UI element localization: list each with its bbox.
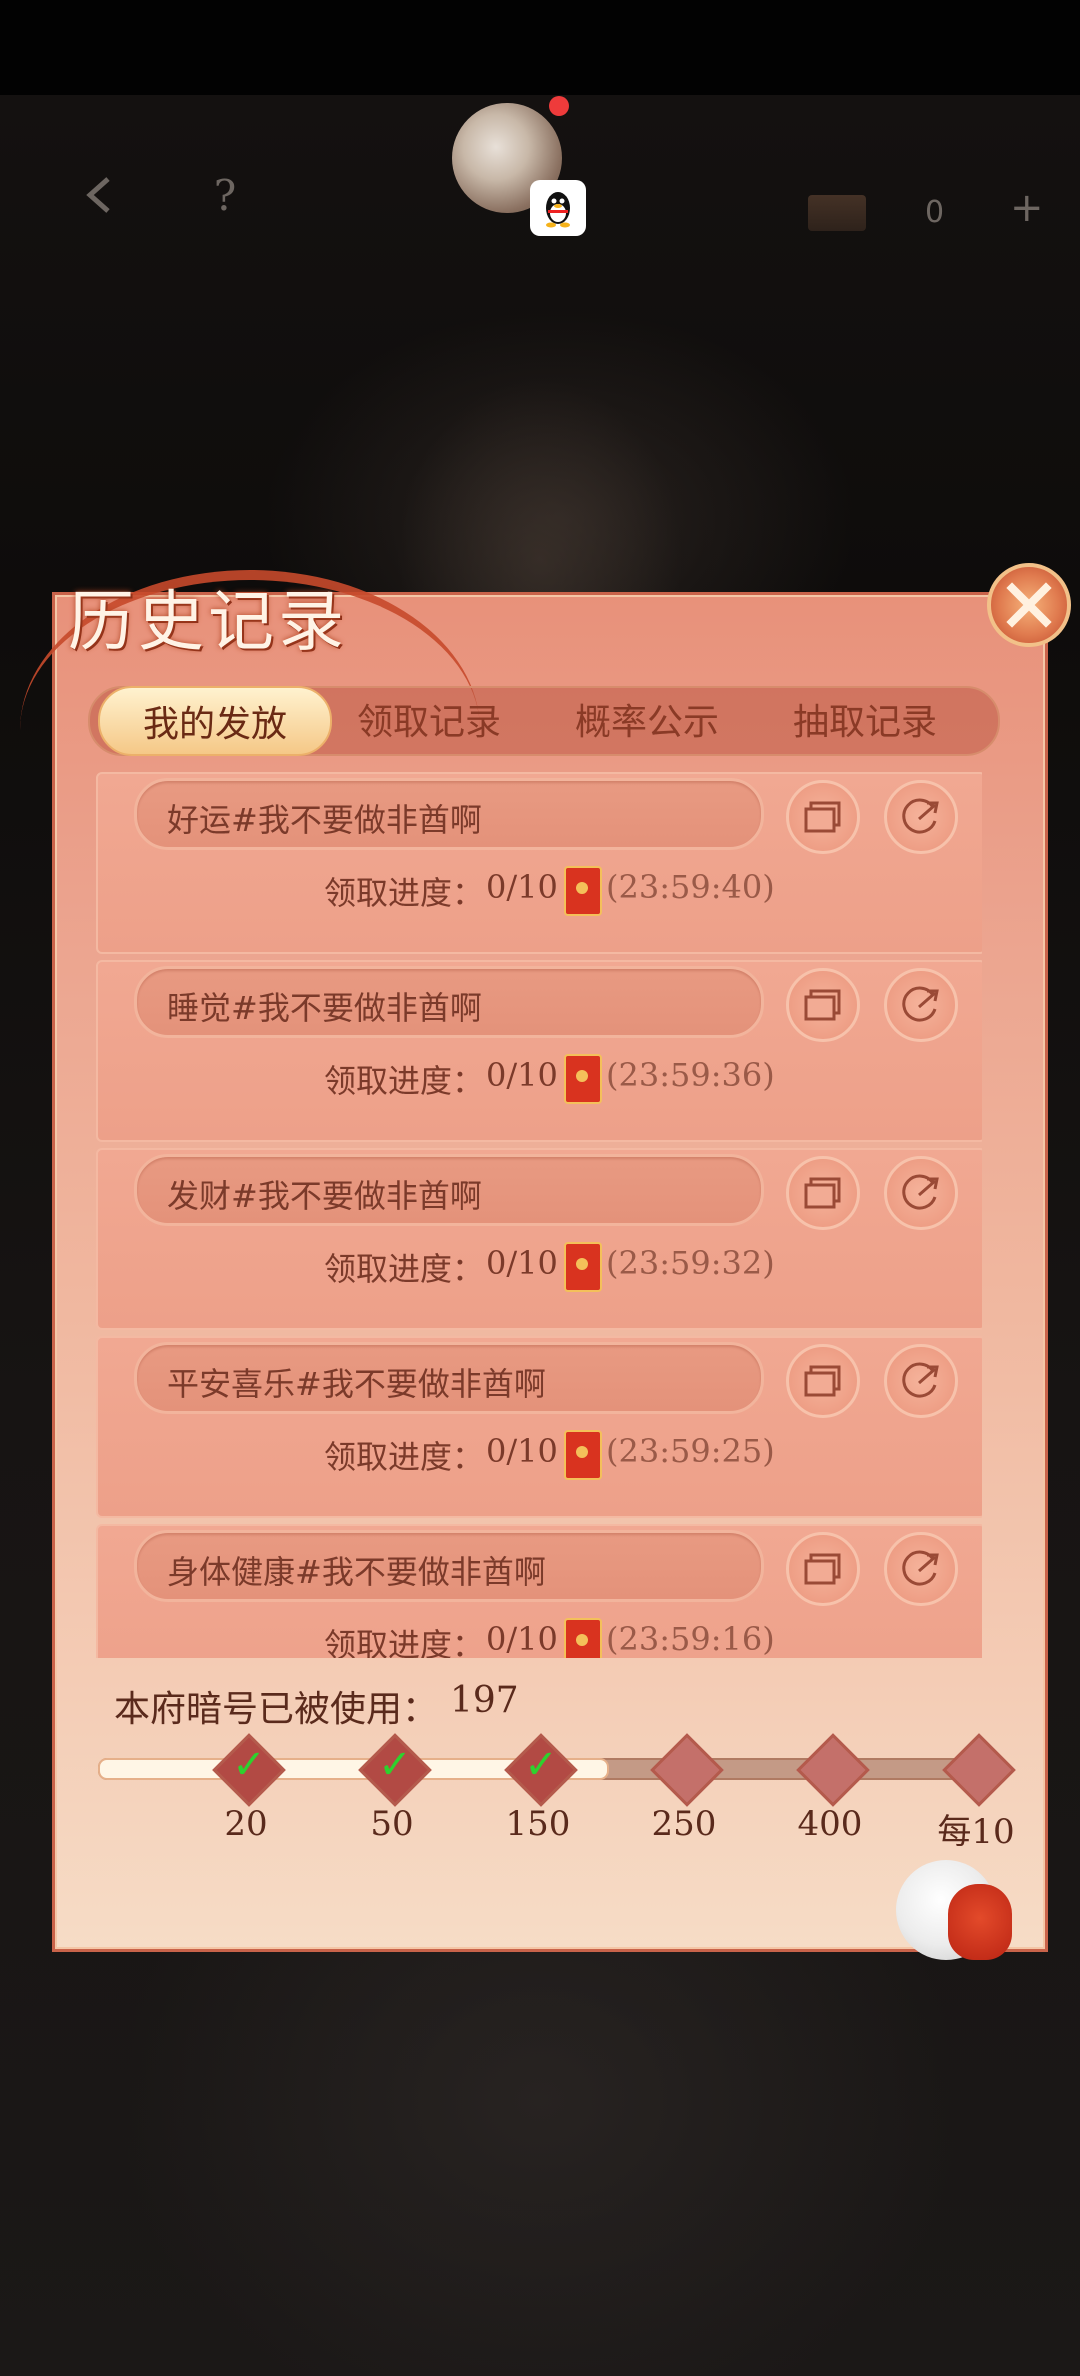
red-envelope-icon: [564, 1618, 602, 1658]
tab-claim-records[interactable]: 领取记录: [320, 686, 538, 752]
list-item: 发财#我不要做非酋啊 领取进度： 0/10 (23:59:32): [96, 1148, 982, 1330]
red-envelope-icon: [564, 866, 602, 916]
progress-value: 0/10: [486, 1432, 558, 1470]
progress-label: 领取进度：: [324, 874, 485, 912]
countdown-timer: (23:59:25): [606, 1432, 775, 1470]
share-button[interactable]: [884, 780, 958, 854]
share-button[interactable]: [884, 1532, 958, 1606]
share-arrow-icon: [902, 1174, 939, 1210]
record-name-box: 好运#我不要做非酋啊: [134, 778, 764, 850]
usage-label: 本府暗号已被使用：: [114, 1689, 439, 1730]
list-item: 睡觉#我不要做非酋啊 领取进度： 0/10 (23:59:36): [96, 960, 982, 1142]
copy-icon: [804, 989, 841, 1021]
countdown-timer: (23:59:16): [606, 1620, 775, 1658]
milestone-label: 50: [370, 1804, 414, 1844]
share-arrow-icon: [902, 986, 939, 1022]
record-name: 平安喜乐#我不要做非酋啊: [167, 1365, 546, 1403]
progress-label: 领取进度：: [324, 1626, 485, 1658]
checkmark-icon: ✓: [378, 1742, 412, 1788]
progress-value: 0/10: [486, 1056, 558, 1094]
share-button[interactable]: [884, 968, 958, 1042]
milestone-label: 20: [224, 1804, 268, 1844]
progress-value: 0/10: [486, 868, 558, 906]
progress-label: 领取进度：: [324, 1250, 485, 1288]
help-button[interactable]: ?: [195, 165, 255, 225]
panel-title: 历史记录: [68, 583, 348, 660]
countdown-timer: (23:59:40): [606, 868, 775, 906]
list-item: 身体健康#我不要做非酋啊 领取进度： 0/10 (23:59:16): [96, 1524, 982, 1658]
list-item: 平安喜乐#我不要做非酋啊 领取进度： 0/10 (23:59:25): [96, 1336, 982, 1518]
checkmark-icon: ✓: [524, 1742, 558, 1788]
copy-button[interactable]: [786, 1532, 860, 1606]
milestone-label: 150: [505, 1804, 571, 1844]
share-arrow-icon: [902, 798, 939, 834]
record-name-box: 平安喜乐#我不要做非酋啊: [134, 1342, 764, 1414]
copy-button[interactable]: [786, 1156, 860, 1230]
lucky-bag-icon[interactable]: [948, 1884, 1012, 1960]
copy-icon: [804, 801, 841, 833]
usage-count: 197: [450, 1680, 519, 1721]
copy-button[interactable]: [786, 968, 860, 1042]
countdown-timer: (23:59:36): [606, 1056, 775, 1094]
milestone-label: 250: [651, 1804, 717, 1844]
back-arrow-icon: [86, 177, 110, 213]
red-envelope-icon: [564, 1430, 602, 1480]
countdown-timer: (23:59:32): [606, 1244, 775, 1282]
record-name: 好运#我不要做非酋啊: [167, 801, 482, 839]
notification-dot: [549, 96, 569, 116]
share-arrow-icon: [902, 1362, 939, 1398]
help-icon: ?: [213, 170, 237, 220]
share-arrow-icon: [902, 1550, 939, 1586]
record-name-box: 睡觉#我不要做非酋啊: [134, 966, 764, 1038]
copy-button[interactable]: [786, 1344, 860, 1418]
copy-icon: [804, 1553, 841, 1585]
record-name: 发财#我不要做非酋啊: [167, 1177, 482, 1215]
list-item: 好运#我不要做非酋啊 领取进度： 0/10 (23:59:40): [96, 772, 982, 954]
record-name: 身体健康#我不要做非酋啊: [167, 1553, 546, 1591]
progress-value: 0/10: [486, 1244, 558, 1282]
red-envelope-icon: [564, 1242, 602, 1292]
qq-penguin-icon: [530, 180, 586, 236]
tab-draw-records[interactable]: 抽取记录: [756, 686, 974, 752]
milestone-label: 400: [797, 1804, 863, 1844]
back-button[interactable]: [70, 165, 130, 225]
add-currency-button[interactable]: +: [1010, 185, 1044, 231]
currency-value: 0: [925, 195, 945, 230]
tab-my-distribution[interactable]: 我的发放: [98, 686, 332, 756]
copy-icon: [804, 1365, 841, 1397]
record-name: 睡觉#我不要做非酋啊: [167, 989, 482, 1027]
tab-probability[interactable]: 概率公示: [538, 686, 756, 752]
record-name-box: 身体健康#我不要做非酋啊: [134, 1530, 764, 1602]
progress-label: 领取进度：: [324, 1438, 485, 1476]
treasure-chest-icon: [808, 195, 866, 231]
copy-icon: [804, 1177, 841, 1209]
progress-label: 领取进度：: [324, 1062, 485, 1100]
records-list[interactable]: 好运#我不要做非酋啊 领取进度： 0/10 (23:59:40) 睡觉#我不要做…: [96, 772, 982, 1658]
share-button[interactable]: [884, 1156, 958, 1230]
copy-button[interactable]: [786, 780, 860, 854]
progress-value: 0/10: [486, 1620, 558, 1658]
share-button[interactable]: [884, 1344, 958, 1418]
close-button[interactable]: [987, 563, 1071, 647]
milestone-label: 每10: [937, 1812, 1015, 1852]
record-name-box: 发财#我不要做非酋啊: [134, 1154, 764, 1226]
checkmark-icon: ✓: [232, 1742, 266, 1788]
red-envelope-icon: [564, 1054, 602, 1104]
